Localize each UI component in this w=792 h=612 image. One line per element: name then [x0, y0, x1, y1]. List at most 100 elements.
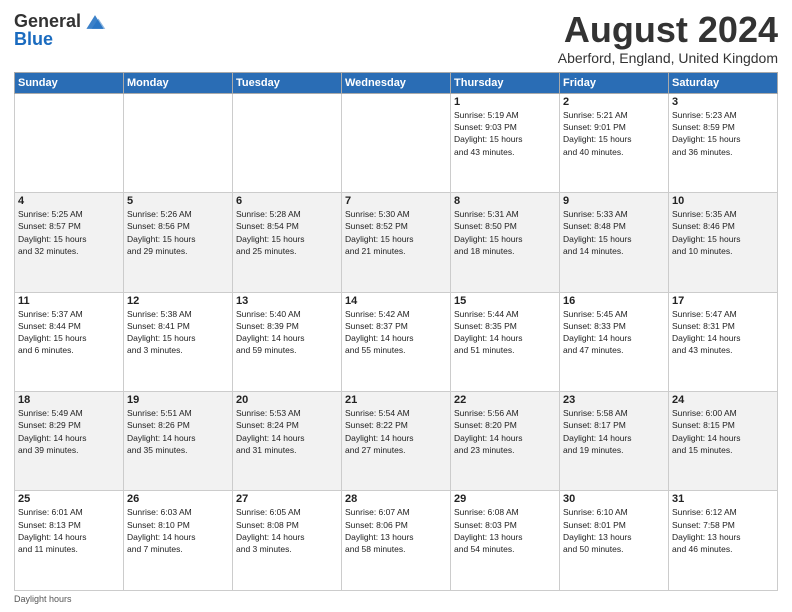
day-number: 7 [345, 195, 447, 207]
day-info: Sunrise: 5:38 AM Sunset: 8:41 PM Dayligh… [127, 308, 229, 357]
day-info: Sunrise: 5:35 AM Sunset: 8:46 PM Dayligh… [672, 208, 774, 257]
logo-blue-text: Blue [14, 30, 53, 50]
day-info: Sunrise: 6:10 AM Sunset: 8:01 PM Dayligh… [563, 506, 665, 555]
day-info: Sunrise: 6:00 AM Sunset: 8:15 PM Dayligh… [672, 407, 774, 456]
day-info: Sunrise: 5:45 AM Sunset: 8:33 PM Dayligh… [563, 308, 665, 357]
calendar-cell: 23Sunrise: 5:58 AM Sunset: 8:17 PM Dayli… [560, 392, 669, 491]
calendar-week-row-0: 1Sunrise: 5:19 AM Sunset: 9:03 PM Daylig… [15, 93, 778, 192]
day-info: Sunrise: 5:21 AM Sunset: 9:01 PM Dayligh… [563, 109, 665, 158]
day-info: Sunrise: 5:31 AM Sunset: 8:50 PM Dayligh… [454, 208, 556, 257]
calendar-week-row-2: 11Sunrise: 5:37 AM Sunset: 8:44 PM Dayli… [15, 292, 778, 391]
day-info: Sunrise: 5:28 AM Sunset: 8:54 PM Dayligh… [236, 208, 338, 257]
day-info: Sunrise: 6:07 AM Sunset: 8:06 PM Dayligh… [345, 506, 447, 555]
day-number: 16 [563, 295, 665, 307]
day-info: Sunrise: 5:47 AM Sunset: 8:31 PM Dayligh… [672, 308, 774, 357]
logo: General Blue [14, 10, 107, 50]
day-info: Sunrise: 5:56 AM Sunset: 8:20 PM Dayligh… [454, 407, 556, 456]
day-number: 15 [454, 295, 556, 307]
calendar-cell: 26Sunrise: 6:03 AM Sunset: 8:10 PM Dayli… [124, 491, 233, 591]
calendar-cell: 17Sunrise: 5:47 AM Sunset: 8:31 PM Dayli… [669, 292, 778, 391]
calendar-cell: 5Sunrise: 5:26 AM Sunset: 8:56 PM Daylig… [124, 193, 233, 292]
day-number: 24 [672, 394, 774, 406]
calendar-cell: 19Sunrise: 5:51 AM Sunset: 8:26 PM Dayli… [124, 392, 233, 491]
calendar-cell: 7Sunrise: 5:30 AM Sunset: 8:52 PM Daylig… [342, 193, 451, 292]
day-number: 26 [127, 493, 229, 505]
calendar-cell [342, 93, 451, 192]
day-number: 17 [672, 295, 774, 307]
day-number: 6 [236, 195, 338, 207]
col-saturday: Saturday [669, 72, 778, 93]
calendar-cell: 15Sunrise: 5:44 AM Sunset: 8:35 PM Dayli… [451, 292, 560, 391]
calendar-cell: 12Sunrise: 5:38 AM Sunset: 8:41 PM Dayli… [124, 292, 233, 391]
calendar-cell: 27Sunrise: 6:05 AM Sunset: 8:08 PM Dayli… [233, 491, 342, 591]
calendar-cell: 22Sunrise: 5:56 AM Sunset: 8:20 PM Dayli… [451, 392, 560, 491]
calendar-cell: 24Sunrise: 6:00 AM Sunset: 8:15 PM Dayli… [669, 392, 778, 491]
calendar-cell [124, 93, 233, 192]
day-number: 31 [672, 493, 774, 505]
calendar-cell: 3Sunrise: 5:23 AM Sunset: 8:59 PM Daylig… [669, 93, 778, 192]
calendar-cell: 13Sunrise: 5:40 AM Sunset: 8:39 PM Dayli… [233, 292, 342, 391]
day-info: Sunrise: 5:26 AM Sunset: 8:56 PM Dayligh… [127, 208, 229, 257]
calendar-cell: 4Sunrise: 5:25 AM Sunset: 8:57 PM Daylig… [15, 193, 124, 292]
calendar-cell [233, 93, 342, 192]
calendar-cell: 2Sunrise: 5:21 AM Sunset: 9:01 PM Daylig… [560, 93, 669, 192]
calendar-cell: 31Sunrise: 6:12 AM Sunset: 7:58 PM Dayli… [669, 491, 778, 591]
day-info: Sunrise: 5:30 AM Sunset: 8:52 PM Dayligh… [345, 208, 447, 257]
col-wednesday: Wednesday [342, 72, 451, 93]
location: Aberford, England, United Kingdom [558, 50, 778, 66]
day-info: Sunrise: 6:01 AM Sunset: 8:13 PM Dayligh… [18, 506, 120, 555]
day-info: Sunrise: 5:37 AM Sunset: 8:44 PM Dayligh… [18, 308, 120, 357]
day-number: 5 [127, 195, 229, 207]
calendar-cell: 11Sunrise: 5:37 AM Sunset: 8:44 PM Dayli… [15, 292, 124, 391]
col-thursday: Thursday [451, 72, 560, 93]
day-info: Sunrise: 5:58 AM Sunset: 8:17 PM Dayligh… [563, 407, 665, 456]
day-number: 14 [345, 295, 447, 307]
day-info: Sunrise: 5:54 AM Sunset: 8:22 PM Dayligh… [345, 407, 447, 456]
calendar-week-row-4: 25Sunrise: 6:01 AM Sunset: 8:13 PM Dayli… [15, 491, 778, 591]
day-number: 13 [236, 295, 338, 307]
day-number: 28 [345, 493, 447, 505]
day-number: 23 [563, 394, 665, 406]
day-info: Sunrise: 5:51 AM Sunset: 8:26 PM Dayligh… [127, 407, 229, 456]
day-number: 27 [236, 493, 338, 505]
calendar-cell: 9Sunrise: 5:33 AM Sunset: 8:48 PM Daylig… [560, 193, 669, 292]
header: General Blue August 2024 Aberford, Engla… [14, 10, 778, 66]
day-number: 8 [454, 195, 556, 207]
month-title: August 2024 [558, 10, 778, 50]
calendar-cell: 29Sunrise: 6:08 AM Sunset: 8:03 PM Dayli… [451, 491, 560, 591]
day-number: 9 [563, 195, 665, 207]
day-number: 25 [18, 493, 120, 505]
page: General Blue August 2024 Aberford, Engla… [0, 0, 792, 612]
day-number: 30 [563, 493, 665, 505]
calendar-cell: 1Sunrise: 5:19 AM Sunset: 9:03 PM Daylig… [451, 93, 560, 192]
calendar-cell: 18Sunrise: 5:49 AM Sunset: 8:29 PM Dayli… [15, 392, 124, 491]
day-number: 20 [236, 394, 338, 406]
calendar-cell: 14Sunrise: 5:42 AM Sunset: 8:37 PM Dayli… [342, 292, 451, 391]
col-sunday: Sunday [15, 72, 124, 93]
col-monday: Monday [124, 72, 233, 93]
day-number: 19 [127, 394, 229, 406]
calendar-cell: 28Sunrise: 6:07 AM Sunset: 8:06 PM Dayli… [342, 491, 451, 591]
day-info: Sunrise: 5:19 AM Sunset: 9:03 PM Dayligh… [454, 109, 556, 158]
calendar-header-row: Sunday Monday Tuesday Wednesday Thursday… [15, 72, 778, 93]
day-info: Sunrise: 6:03 AM Sunset: 8:10 PM Dayligh… [127, 506, 229, 555]
day-number: 12 [127, 295, 229, 307]
day-info: Sunrise: 5:25 AM Sunset: 8:57 PM Dayligh… [18, 208, 120, 257]
calendar-cell: 30Sunrise: 6:10 AM Sunset: 8:01 PM Dayli… [560, 491, 669, 591]
day-info: Sunrise: 5:40 AM Sunset: 8:39 PM Dayligh… [236, 308, 338, 357]
calendar-cell: 10Sunrise: 5:35 AM Sunset: 8:46 PM Dayli… [669, 193, 778, 292]
day-number: 22 [454, 394, 556, 406]
calendar-cell: 25Sunrise: 6:01 AM Sunset: 8:13 PM Dayli… [15, 491, 124, 591]
calendar-cell: 21Sunrise: 5:54 AM Sunset: 8:22 PM Dayli… [342, 392, 451, 491]
calendar-week-row-3: 18Sunrise: 5:49 AM Sunset: 8:29 PM Dayli… [15, 392, 778, 491]
calendar-cell: 8Sunrise: 5:31 AM Sunset: 8:50 PM Daylig… [451, 193, 560, 292]
logo-icon [83, 10, 107, 34]
calendar-table: Sunday Monday Tuesday Wednesday Thursday… [14, 72, 778, 591]
day-number: 11 [18, 295, 120, 307]
day-info: Sunrise: 6:12 AM Sunset: 7:58 PM Dayligh… [672, 506, 774, 555]
day-number: 10 [672, 195, 774, 207]
day-info: Sunrise: 5:53 AM Sunset: 8:24 PM Dayligh… [236, 407, 338, 456]
footer-note: Daylight hours [14, 594, 778, 604]
col-tuesday: Tuesday [233, 72, 342, 93]
day-info: Sunrise: 5:33 AM Sunset: 8:48 PM Dayligh… [563, 208, 665, 257]
